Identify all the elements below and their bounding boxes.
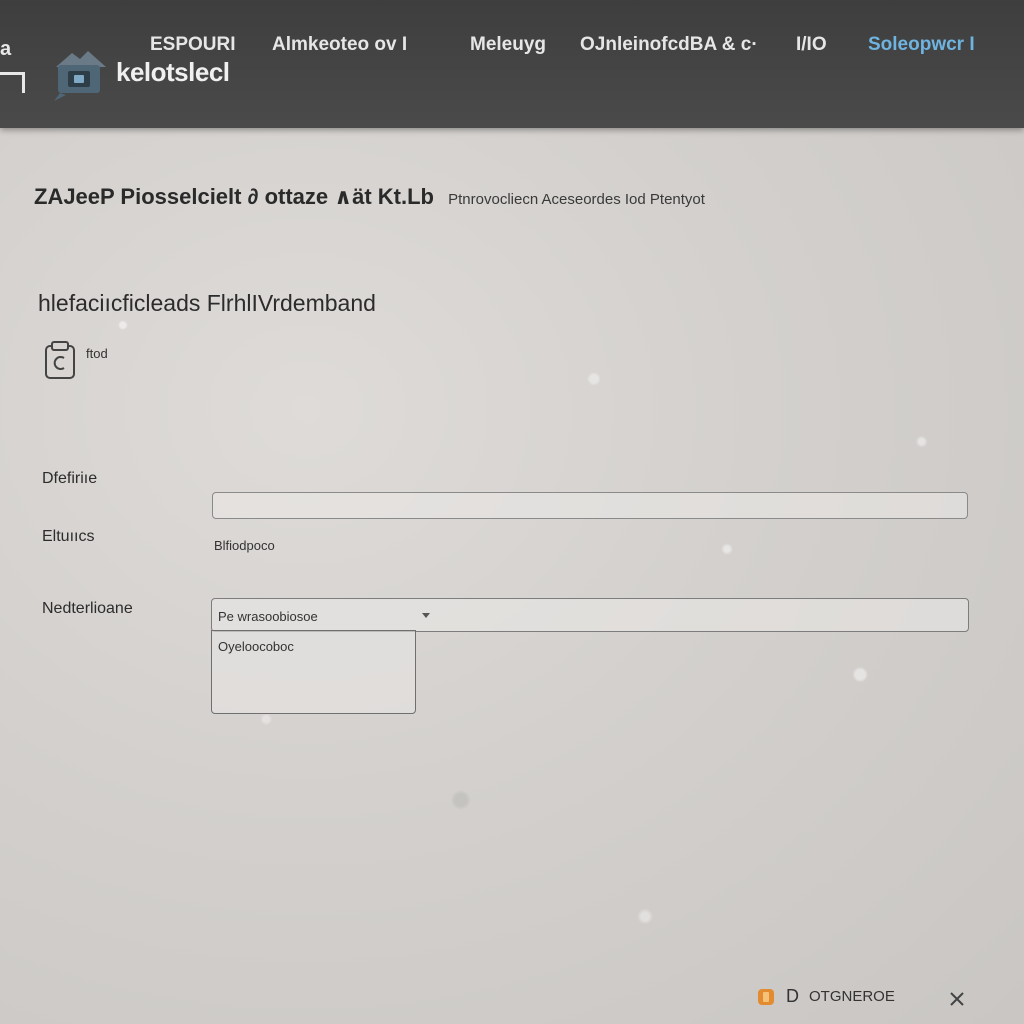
document-attachment[interactable]: ftod bbox=[44, 340, 108, 380]
corner-bracket-icon bbox=[0, 72, 25, 93]
field3-dropdown-panel: Oyeloocoboc bbox=[211, 630, 416, 714]
field3-select[interactable]: Pe wrasoobiosoe bbox=[211, 598, 969, 632]
footer-status-text: OTGNEROE bbox=[809, 988, 895, 1005]
footer-letter: D bbox=[786, 986, 799, 1006]
footer-status: D OTGNEROE bbox=[756, 986, 895, 1007]
top-navigation-bar: a kelotslecl ESPOURI Almkeoteo ov I Mele… bbox=[0, 0, 1024, 128]
field1-label: Dfefiriıe bbox=[42, 470, 98, 487]
nav-item-3[interactable]: Meleuyg bbox=[470, 34, 546, 56]
field2-label: Eltuııcs bbox=[42, 528, 95, 545]
chevron-down-icon[interactable] bbox=[422, 613, 430, 618]
field3-label: Nedterlioane bbox=[42, 600, 133, 617]
field1-input[interactable] bbox=[212, 492, 968, 519]
page-title: ZAJeeP Piosselcielt ∂ ottaze ∧ät Kt.Lb P… bbox=[34, 184, 705, 210]
nav-item-1[interactable]: ESPOURI bbox=[150, 34, 236, 56]
nav-item-6[interactable]: Soleopwcr I bbox=[868, 34, 975, 56]
document-icon bbox=[45, 341, 75, 379]
corner-label[interactable]: a bbox=[0, 38, 11, 61]
section-title: hlefaciıcficleads FlrhlIVrdemband bbox=[38, 290, 376, 316]
background-texture bbox=[0, 128, 1024, 1024]
close-icon[interactable] bbox=[948, 990, 966, 1008]
dropdown-option[interactable]: Oyeloocoboc bbox=[218, 639, 294, 654]
nav-item-5[interactable]: I/IO bbox=[796, 34, 827, 56]
page-subtitle: Ptnrovocliecn Aceseordes Iod Ptentyot bbox=[448, 191, 705, 208]
page-title-text: ZAJeeP Piosselcielt ∂ ottaze ∧ät Kt.Lb bbox=[34, 184, 434, 209]
brand-name: kelotslecl bbox=[116, 56, 230, 87]
nav-item-2[interactable]: Almkeoteo ov I bbox=[272, 34, 407, 56]
field3-selected-value: Pe wrasoobiosoe bbox=[218, 609, 318, 624]
field2-value: Blfiodpoco bbox=[214, 538, 275, 553]
document-label: ftod bbox=[86, 346, 108, 361]
app-logo-icon bbox=[54, 51, 106, 101]
nav-item-4[interactable]: OJnleinofcdBA & c· bbox=[580, 34, 758, 56]
status-icon bbox=[758, 988, 774, 1005]
